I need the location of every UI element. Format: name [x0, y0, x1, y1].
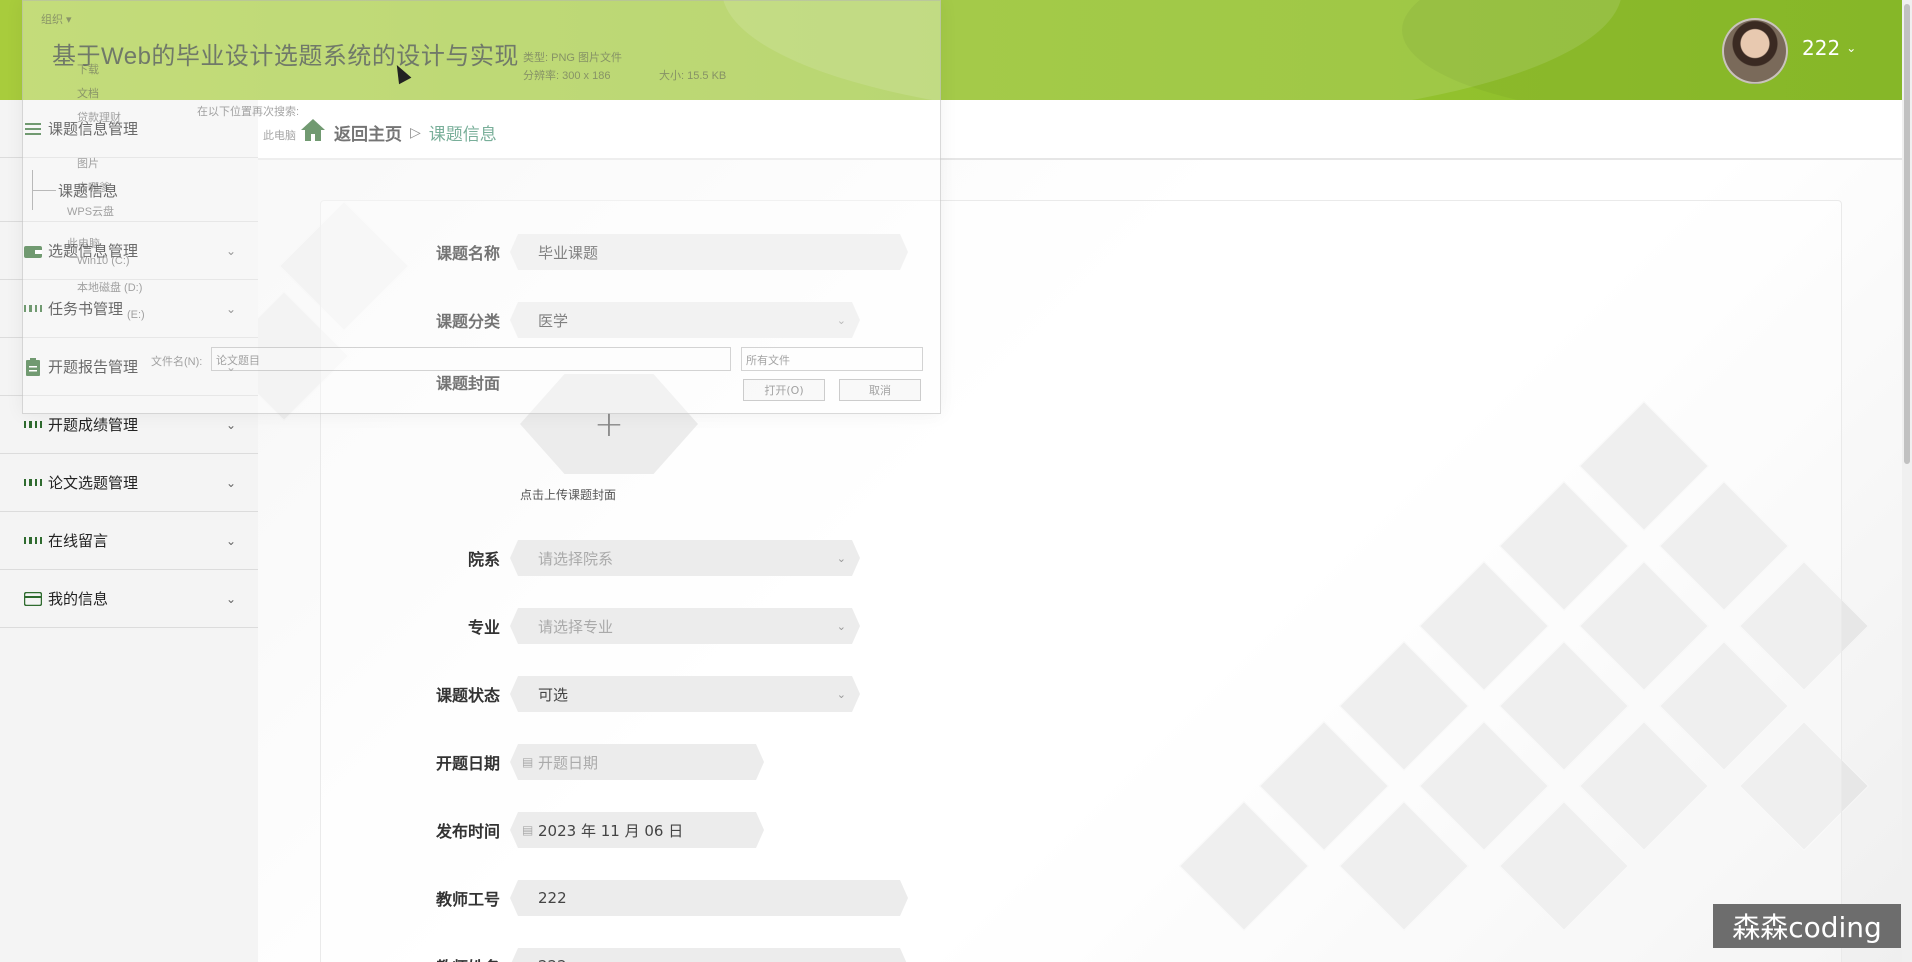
field-label: 课题状态	[435, 686, 500, 705]
form-row-status: 课题状态 可选 ⌄	[258, 676, 860, 712]
cancel-button[interactable]: 取消	[839, 379, 921, 401]
teacher-id-input[interactable]: 222	[510, 880, 908, 916]
nav-item[interactable]: 去哪爹	[77, 179, 110, 195]
avatar[interactable]	[1722, 18, 1788, 84]
calendar-icon: ▤	[522, 755, 534, 769]
sidebar-item-label: 开题成绩管理	[48, 416, 139, 434]
filetype-select[interactable]: 所有文件	[741, 347, 923, 371]
chevron-down-icon: ⌄	[225, 533, 236, 548]
sidebar-item-thesis-selection[interactable]: 论文选题管理 ⌄	[0, 454, 258, 512]
nav-item[interactable]: 贷款理财	[77, 109, 121, 125]
publish-time-picker[interactable]: ▤ 2023 年 11 月 06 日	[510, 812, 764, 848]
sidebar-item-messages[interactable]: 在线留言 ⌄	[0, 512, 258, 570]
file-size-info: 大小: 15.5 KB	[659, 70, 727, 82]
chevron-down-icon: ⌄	[225, 475, 236, 490]
chevron-down-icon: ⌄	[836, 551, 846, 565]
sidebar-item-my-info[interactable]: 我的信息 ⌄	[0, 570, 258, 628]
sidebar-item-label: 论文选题管理	[48, 474, 139, 492]
search-again-label: 在以下位置再次搜索:	[197, 106, 300, 118]
department-placeholder: 请选择院系	[538, 549, 614, 568]
grid-icon	[24, 416, 42, 434]
nav-item[interactable]: Win10 (C:)	[77, 255, 130, 267]
sidebar-item-label: 在线留言	[48, 532, 109, 550]
chevron-down-icon: ⌄	[225, 417, 236, 432]
filename-value: 论文题目	[216, 355, 260, 367]
user-menu[interactable]: 222 ⌄	[1802, 36, 1856, 60]
publish-time-value: 2023 年 11 月 06 日	[538, 821, 684, 840]
field-label: 教师姓名	[258, 954, 510, 962]
field-label: 开题日期	[435, 754, 500, 773]
form-row-open-date: 开题日期 ▤ 开题日期	[258, 744, 764, 780]
chevron-down-icon: ⌄	[225, 591, 236, 606]
field-label: 教师工号	[435, 890, 500, 909]
page-scrollbar[interactable]	[1902, 0, 1912, 962]
sidebar-item-label: 我的信息	[48, 590, 109, 608]
major-placeholder: 请选择专业	[538, 617, 614, 636]
status-select[interactable]: 可选 ⌄	[510, 676, 860, 712]
organize-menu[interactable]: 组织 ▾	[41, 11, 72, 27]
major-select[interactable]: 请选择专业 ⌄	[510, 608, 860, 644]
card-icon	[24, 590, 42, 608]
filename-input[interactable]: 论文题目	[211, 347, 731, 371]
open-button[interactable]: 打开(O)	[743, 379, 825, 401]
filename-label: 文件名(N):	[151, 356, 203, 368]
form-row-major: 专业 请选择专业 ⌄	[258, 608, 860, 644]
grid-icon	[24, 532, 42, 550]
username: 222	[1802, 36, 1841, 60]
this-pc-link[interactable]: 此电脑	[263, 127, 296, 143]
grid-icon	[24, 474, 42, 492]
open-date-picker[interactable]: ▤ 开题日期	[510, 744, 764, 780]
field-label: 发布时间	[435, 822, 500, 841]
nav-item[interactable]: 本地磁盘 (D:)	[77, 279, 142, 295]
department-select[interactable]: 请选择院系 ⌄	[510, 540, 860, 576]
nav-item[interactable]: 下载	[77, 61, 99, 77]
form-row-department: 院系 请选择院系 ⌄	[258, 540, 860, 576]
nav-item[interactable]: 文档	[77, 85, 99, 101]
nav-item[interactable]: (E:)	[127, 309, 145, 321]
file-dimensions-info: 分辨率: 300 x 186	[523, 70, 611, 82]
nav-item[interactable]: 图片	[77, 155, 99, 171]
form-row-teacher-name: 教师姓名 222	[258, 948, 908, 962]
chevron-down-icon: ⌄	[836, 687, 846, 701]
upload-tip: 点击上传课题封面	[520, 488, 617, 502]
form-row-publish-time: 发布时间 ▤ 2023 年 11 月 06 日	[258, 812, 764, 848]
scrollbar-thumb[interactable]	[1904, 4, 1910, 464]
field-label: 院系	[467, 550, 500, 569]
calendar-icon: ▤	[522, 823, 534, 837]
form-row-teacher-id: 教师工号 222	[258, 880, 908, 916]
field-label: 专业	[467, 618, 500, 637]
status-value: 可选	[538, 685, 569, 704]
teacher-name-input[interactable]: 222	[510, 948, 908, 962]
dialog-nav-pane: 下载 文档 贷款理财 图片 去哪爹 WPS云盘 此电脑 Win10 (C:) 本…	[23, 51, 173, 321]
file-type-info: 类型: PNG 图片文件	[523, 52, 623, 64]
nav-item[interactable]: 此电脑	[67, 235, 100, 251]
watermark: 森森coding	[1713, 904, 1901, 948]
nav-item[interactable]: WPS云盘	[67, 203, 114, 219]
chevron-down-icon: ⌄	[1846, 41, 1857, 55]
open-date-placeholder: 开题日期	[538, 753, 599, 772]
chevron-down-icon: ⌄	[836, 619, 846, 633]
filetype-value: 所有文件	[746, 355, 790, 367]
file-open-dialog: 组织 ▾ 类型: PNG 图片文件 分辨率: 300 x 186 大小: 15.…	[22, 0, 941, 414]
